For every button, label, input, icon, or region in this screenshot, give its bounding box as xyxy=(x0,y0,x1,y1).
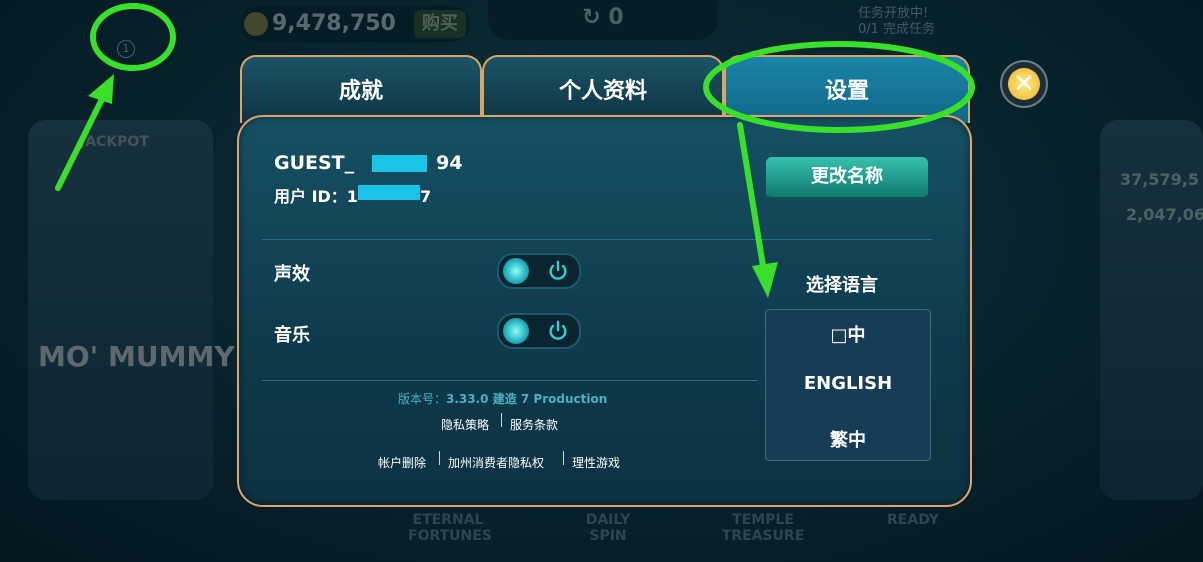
music-label: 音乐 xyxy=(274,325,310,346)
version-label: 版本号： xyxy=(398,392,447,406)
tab-profile[interactable]: 个人资料 xyxy=(482,55,724,123)
music-toggle[interactable] xyxy=(497,313,581,349)
california-privacy-link[interactable]: 加州消费者隐私权 xyxy=(448,454,544,471)
sound-label: 声效 xyxy=(274,264,310,285)
toggle-knob xyxy=(503,318,529,344)
privacy-link[interactable]: 隐私策略 xyxy=(441,416,489,433)
delete-account-link[interactable]: 帐户删除 xyxy=(378,454,426,471)
redaction-box xyxy=(372,155,427,172)
user-id-suffix: 7 xyxy=(419,187,432,206)
language-option-traditional[interactable]: 繁中 xyxy=(765,426,931,452)
terms-link[interactable]: 服务条款 xyxy=(510,416,558,433)
tab-settings[interactable]: 设置 xyxy=(724,55,970,123)
close-icon: ✕ xyxy=(1008,68,1040,100)
version-text: 版本号：3.33.0 建造 7 Production xyxy=(398,390,607,407)
guest-prefix: GUEST_ xyxy=(274,152,355,174)
redaction-box xyxy=(358,185,420,200)
guest-name: GUEST_ 94 xyxy=(274,152,463,174)
divider xyxy=(262,239,932,240)
responsible-gaming-link[interactable]: 理性游戏 xyxy=(572,454,620,471)
tab-achievements[interactable]: 成就 xyxy=(240,55,482,123)
language-option-simplified[interactable]: □中 xyxy=(765,321,931,347)
version-value: 3.33.0 建造 7 Production xyxy=(446,392,608,406)
power-icon xyxy=(549,260,567,280)
link-separator xyxy=(439,451,440,465)
toggle-knob xyxy=(503,258,529,284)
guest-suffix: 94 xyxy=(436,152,463,174)
close-button[interactable]: ✕ xyxy=(1000,60,1048,108)
link-separator xyxy=(563,451,564,465)
language-option-english[interactable]: ENGLISH xyxy=(765,373,931,394)
power-icon xyxy=(549,320,567,340)
rename-button[interactable]: 更改名称 xyxy=(766,157,928,200)
link-separator xyxy=(501,413,502,427)
sound-toggle[interactable] xyxy=(497,253,581,289)
divider xyxy=(262,380,758,381)
language-title: 选择语言 xyxy=(806,275,878,296)
user-id-label: 用户 ID：1 xyxy=(274,187,358,206)
